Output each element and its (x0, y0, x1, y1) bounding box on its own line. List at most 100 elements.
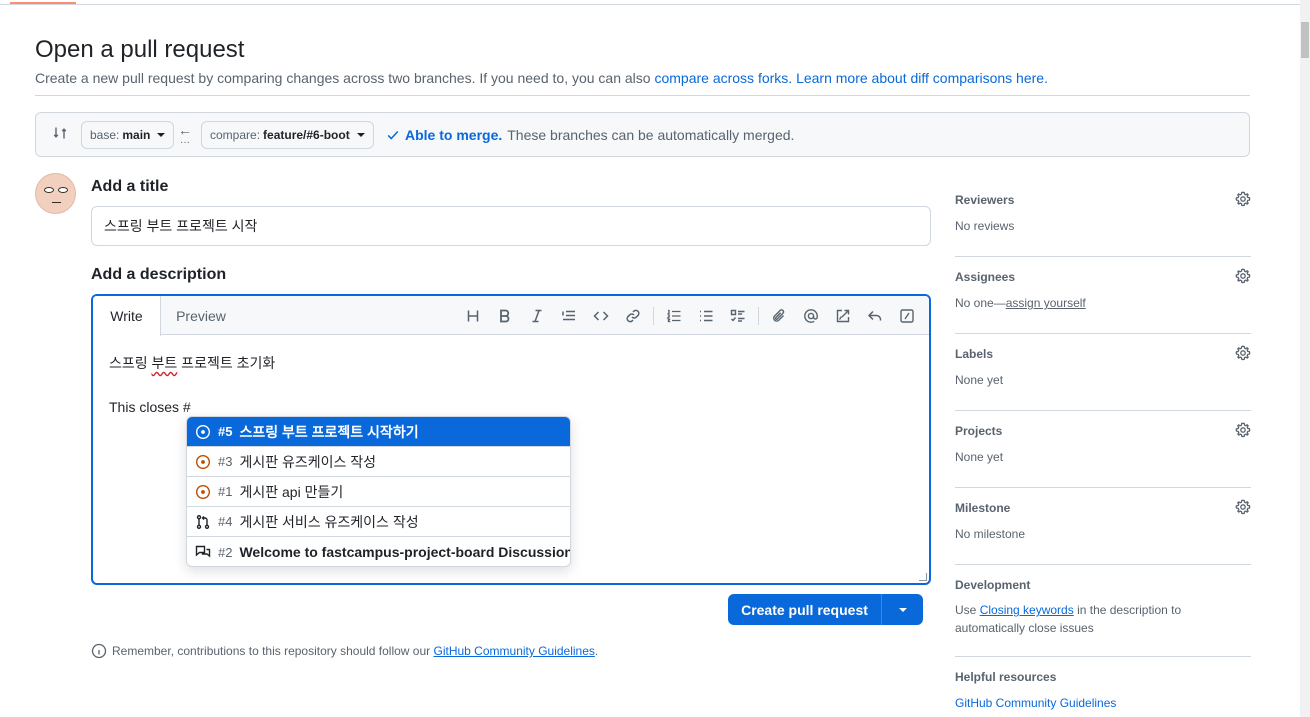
merge-ok-text: Able to merge. (405, 127, 503, 143)
title-input[interactable] (91, 206, 931, 246)
reviewers-title[interactable]: Reviewers (955, 193, 1014, 207)
gear-icon[interactable] (1235, 345, 1251, 361)
suggestion-item[interactable]: #4 게시판 서비스 유즈케이스 작성 (187, 507, 570, 537)
suggestion-number: #2 (218, 544, 233, 560)
unordered-list-icon[interactable] (690, 303, 722, 329)
projects-value: None yet (955, 450, 1004, 464)
compare-label: compare: (210, 128, 261, 142)
tab-preview[interactable]: Preview (161, 296, 241, 336)
note-text: Remember, contributions to this reposito… (112, 644, 434, 658)
issue-opened-icon (195, 484, 211, 499)
toolbar-divider (758, 307, 759, 325)
chevron-down-icon (898, 607, 907, 612)
git-compare-icon (53, 127, 67, 139)
title-label: Add a title (91, 178, 169, 195)
create-options-dropdown[interactable] (882, 607, 923, 612)
page-scrollbar[interactable] (1300, 0, 1310, 717)
description-label: Add a description (91, 266, 227, 283)
compare-forks-link[interactable]: compare across forks. (654, 70, 792, 86)
misspelled-word: 부트 (151, 355, 178, 371)
reply-icon[interactable] (859, 303, 891, 329)
development-section: Development Use Closing keywords in the … (955, 565, 1251, 657)
task-list-icon[interactable] (722, 303, 754, 329)
page-subtitle: Create a new pull request by comparing c… (35, 70, 1048, 86)
bold-icon[interactable] (489, 303, 521, 329)
helpful-resources-title: Helpful resources (955, 670, 1057, 684)
assignees-title[interactable]: Assignees (955, 270, 1015, 284)
suggestion-title: 게시판 api 만들기 (239, 483, 344, 500)
create-pull-request-button[interactable]: Create pull request (728, 594, 882, 625)
dev-text: in the description to (1073, 603, 1182, 617)
chevron-down-icon (356, 133, 365, 137)
base-branch-button[interactable]: base: main (81, 121, 175, 149)
assignees-value: No one—assign yourself (955, 296, 1086, 310)
learn-more-link[interactable]: Learn more about diff comparisons here. (796, 70, 1048, 86)
cross-reference-icon[interactable] (827, 303, 859, 329)
issue-opened-icon (195, 454, 211, 469)
gear-icon[interactable] (1235, 268, 1251, 284)
check-icon (387, 130, 399, 140)
projects-title[interactable]: Projects (955, 424, 1002, 438)
labels-section: Labels None yet (955, 334, 1251, 411)
gear-icon[interactable] (1235, 191, 1251, 207)
italic-icon[interactable] (521, 303, 553, 329)
gear-icon[interactable] (1235, 499, 1251, 515)
pr-sidebar: Reviewers No reviews Assignees No one—as… (955, 180, 1251, 717)
suggestion-item[interactable]: #1 게시판 api 만들기 (187, 477, 570, 507)
slash-command-icon[interactable] (891, 303, 923, 329)
body-text: 스프링 (109, 355, 152, 371)
suggestion-number: #1 (218, 484, 233, 499)
active-tab-underline (10, 2, 76, 4)
mention-icon[interactable] (795, 303, 827, 329)
development-text: Use Closing keywords in the description … (955, 601, 1181, 637)
suggestion-item[interactable]: #5 스프링 부트 프로젝트 시작하기 (187, 417, 570, 447)
link-icon[interactable] (617, 303, 649, 329)
suggestion-number: #4 (218, 514, 233, 529)
reviewers-section: Reviewers No reviews (955, 180, 1251, 257)
community-guidelines-link[interactable]: GitHub Community Guidelines (434, 644, 595, 658)
suggestion-title: 게시판 유즈케이스 작성 (239, 453, 377, 470)
milestone-title[interactable]: Milestone (955, 501, 1010, 515)
markdown-toolbar (457, 303, 923, 329)
closing-keywords-link[interactable]: Closing keywords (980, 603, 1074, 617)
discussion-icon (195, 545, 211, 558)
development-title: Development (955, 578, 1031, 592)
create-pull-request-button-group: Create pull request (728, 594, 923, 625)
base-label: base: (90, 128, 120, 142)
scrollbar-thumb[interactable] (1301, 22, 1309, 58)
description-textarea[interactable]: 스프링 부트 프로젝트 초기화 This closes # (109, 352, 275, 418)
arrow-left-icon: ← (178, 122, 192, 138)
info-icon (91, 643, 107, 659)
milestone-section: Milestone No milestone (955, 488, 1251, 565)
reviewers-value: No reviews (955, 219, 1015, 233)
milestone-value: No milestone (955, 527, 1026, 541)
compare-branch-name: feature/#6-boot (263, 128, 350, 142)
subtitle-text: Create a new pull request by comparing c… (35, 70, 655, 86)
projects-section: Projects None yet (955, 411, 1251, 488)
pull-request-icon (196, 514, 210, 529)
assign-yourself-link[interactable]: assign yourself (1006, 296, 1086, 310)
helpful-resources-section: Helpful resources GitHub Community Guide… (955, 657, 1251, 717)
ordered-list-icon[interactable] (658, 303, 690, 329)
assignees-section: Assignees No one—assign yourself (955, 257, 1251, 334)
compare-branch-button[interactable]: compare: feature/#6-boot (201, 121, 374, 149)
tab-write[interactable]: Write (93, 296, 161, 336)
suggestion-item[interactable]: #2 Welcome to fastcampus-project-board D… (187, 537, 571, 566)
suggestion-item[interactable]: #3 게시판 유즈케이스 작성 (187, 447, 570, 477)
quote-icon[interactable] (553, 303, 585, 329)
branch-range-editor: base: main ← ··· compare: feature/#6-boo… (35, 112, 1250, 157)
code-icon[interactable] (585, 303, 617, 329)
avatar[interactable] (35, 173, 76, 214)
dev-text: Use (955, 603, 980, 617)
gear-icon[interactable] (1235, 422, 1251, 438)
avatar-mouth (52, 202, 61, 203)
suggestion-title: Welcome to fastcampus-project-board Disc… (239, 544, 571, 560)
paperclip-icon[interactable] (763, 303, 795, 329)
community-guidelines-sidebar-link[interactable]: GitHub Community Guidelines (955, 696, 1116, 710)
labels-title[interactable]: Labels (955, 347, 993, 361)
heading-icon[interactable] (457, 303, 489, 329)
top-nav-border (0, 0, 1300, 5)
assignees-none: No one— (955, 296, 1006, 310)
resize-handle[interactable] (919, 573, 927, 581)
suggestion-title: 스프링 부트 프로젝트 시작하기 (239, 423, 419, 440)
